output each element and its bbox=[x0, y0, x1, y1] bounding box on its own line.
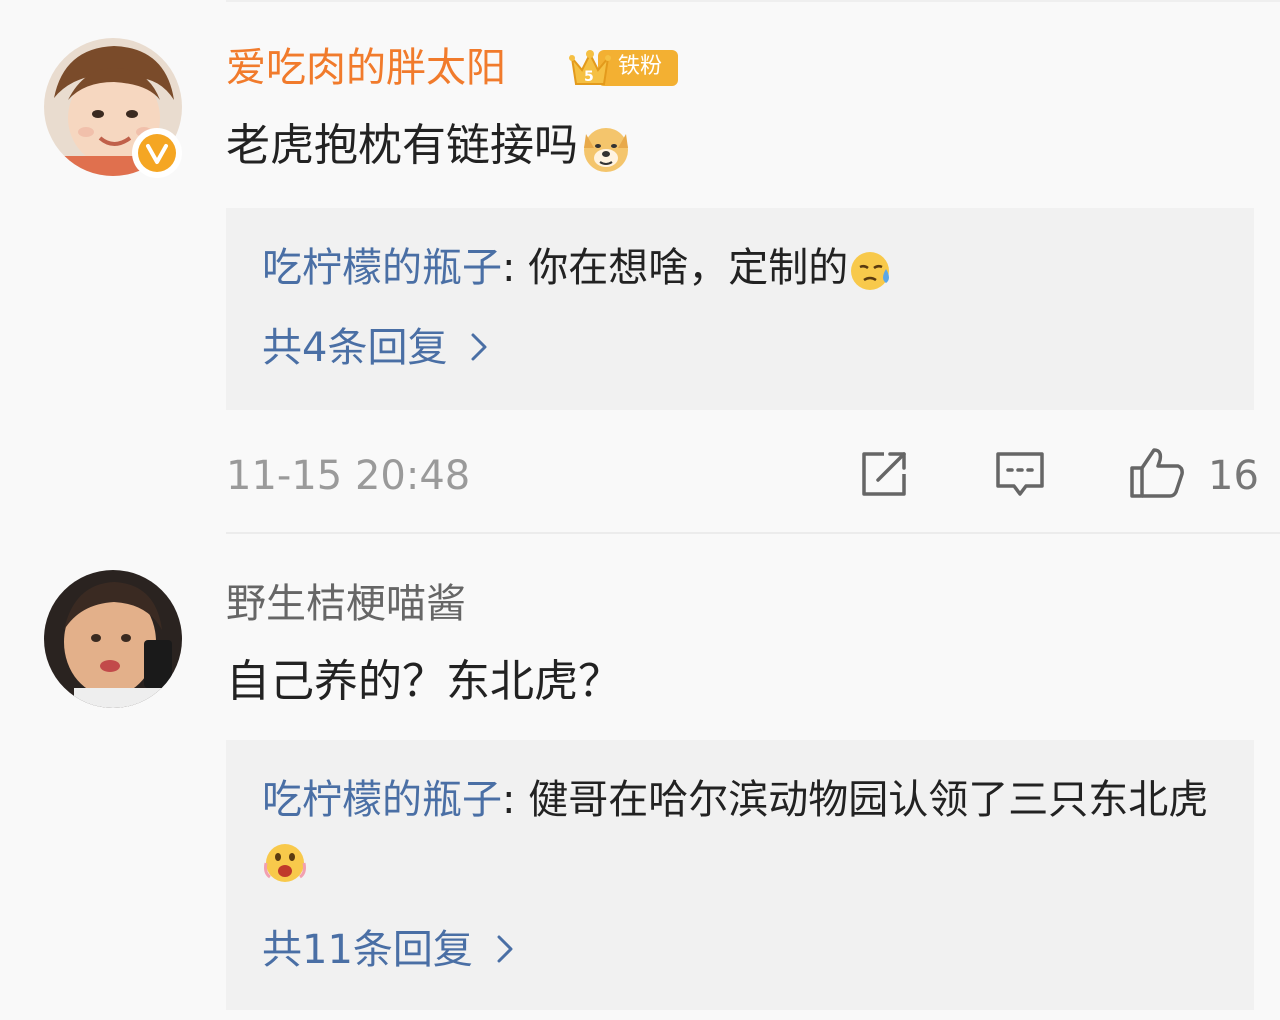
avatar[interactable] bbox=[44, 570, 182, 708]
share-button[interactable] bbox=[858, 448, 910, 500]
reply-line: 吃柠檬的瓶子: 健哥在哈尔滨动物园认领了三只东北虎 bbox=[262, 770, 1222, 890]
chevron-right-icon bbox=[469, 326, 489, 374]
reply-box[interactable]: 吃柠檬的瓶子: 健哥在哈尔滨动物园认领了三只东北虎 共11条回复 bbox=[226, 740, 1254, 1010]
username[interactable]: 野生桔梗喵酱 bbox=[226, 580, 466, 628]
reply-separator: : bbox=[502, 777, 529, 823]
view-replies-link[interactable]: 共11条回复 bbox=[262, 926, 515, 976]
reply-text: 你在想啥，定制的 bbox=[528, 245, 849, 291]
reply-separator: : bbox=[502, 245, 529, 291]
reply-username[interactable]: 吃柠檬的瓶子 bbox=[262, 777, 502, 823]
view-replies-link[interactable]: 共4条回复 bbox=[262, 324, 489, 374]
comment-body: 老虎抱枕有链接吗 bbox=[226, 120, 578, 171]
username[interactable]: 爱吃肉的胖太阳 bbox=[226, 44, 506, 92]
comment-list: 爱吃肉的胖太阳 5 铁粉 老虎抱枕有链接吗 吃柠檬的瓶子: 你在想啥，定制的 共… bbox=[0, 0, 1280, 1020]
comment-icon bbox=[996, 452, 1044, 496]
share-icon bbox=[862, 452, 906, 496]
comment-text: 自己养的？东北虎？ bbox=[226, 654, 622, 710]
verified-badge-icon bbox=[132, 128, 182, 178]
sweat-cry-icon bbox=[848, 247, 894, 293]
reply-username[interactable]: 吃柠檬的瓶子 bbox=[262, 245, 502, 291]
timestamp: 11-15 20:48 bbox=[226, 453, 471, 499]
reply-count-label: 共4条回复 bbox=[262, 325, 448, 371]
doge-icon bbox=[578, 120, 634, 176]
comment-body: 自己养的？东北虎？ bbox=[226, 656, 622, 707]
thumbs-up-icon bbox=[1130, 448, 1184, 498]
comment-item: 野生桔梗喵酱 自己养的？东北虎？ 吃柠檬的瓶子: 健哥在哈尔滨动物园认领了三只东… bbox=[0, 534, 1280, 1020]
svg-text:5: 5 bbox=[584, 69, 594, 85]
reply-text: 健哥在哈尔滨动物园认领了三只东北虎 bbox=[528, 777, 1209, 823]
fan-badge: 5 铁粉 bbox=[568, 44, 680, 92]
reply-box[interactable]: 吃柠檬的瓶子: 你在想啥，定制的 共4条回复 bbox=[226, 208, 1254, 410]
shocked-icon bbox=[262, 839, 308, 885]
reply-count-label: 共11条回复 bbox=[262, 927, 473, 973]
comment-button[interactable] bbox=[994, 448, 1046, 500]
fan-badge-label: 铁粉 bbox=[618, 54, 663, 79]
comment-item: 爱吃肉的胖太阳 5 铁粉 老虎抱枕有链接吗 吃柠檬的瓶子: 你在想啥，定制的 共… bbox=[0, 0, 1280, 532]
like-count: 16 bbox=[1208, 453, 1259, 499]
like-button[interactable] bbox=[1128, 446, 1186, 500]
reply-line: 吃柠檬的瓶子: 你在想啥，定制的 bbox=[262, 238, 1222, 298]
comment-text: 老虎抱枕有链接吗 bbox=[226, 118, 634, 176]
chevron-right-icon bbox=[495, 928, 515, 976]
